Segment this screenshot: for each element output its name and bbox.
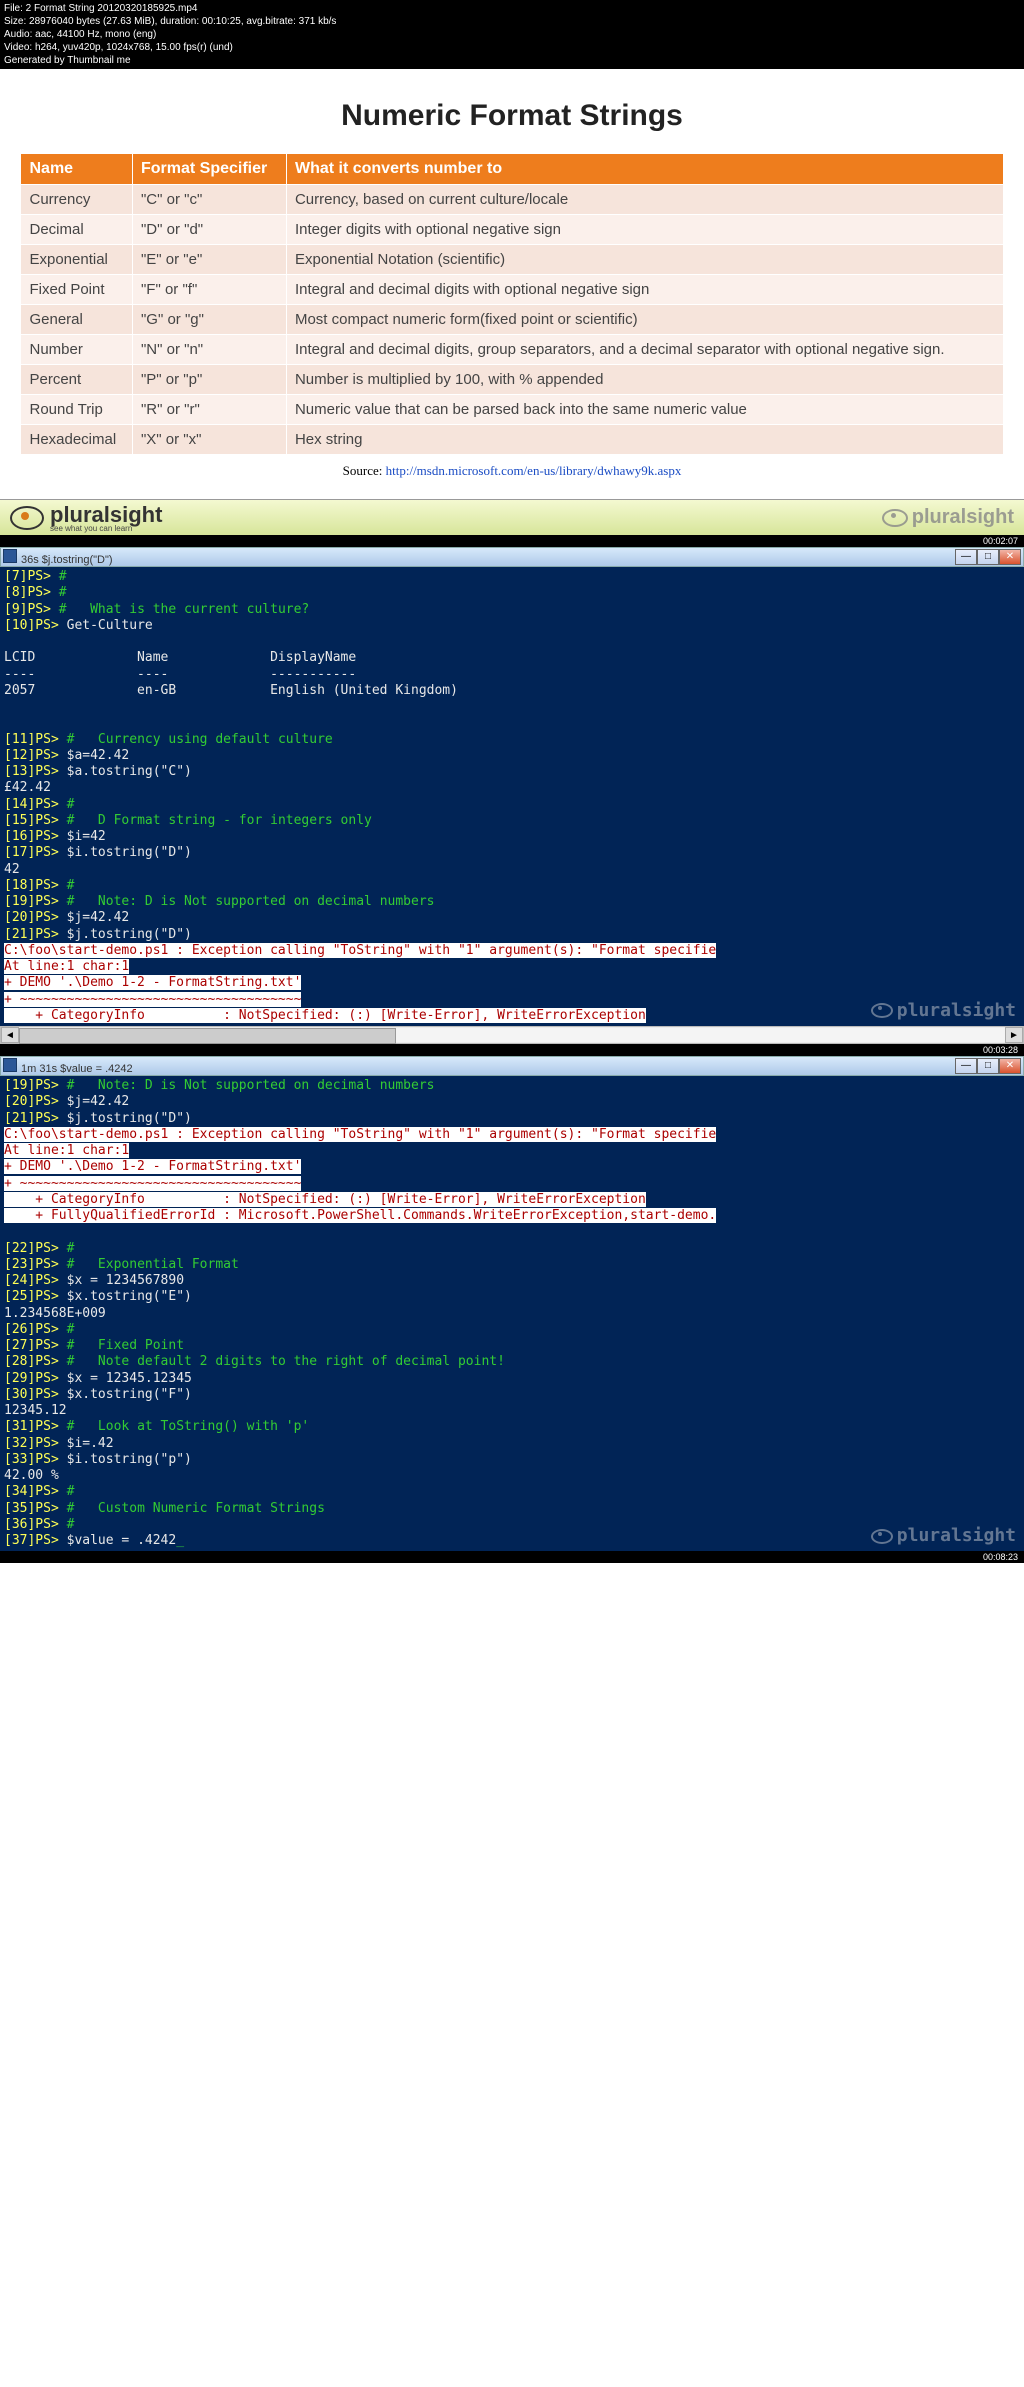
source-label: Source: [343,463,386,478]
window-title: 36s $j.tostring("D") [21,554,113,566]
timecode-bar: 00:08:23 [0,1551,1024,1563]
scroll-right-arrow-icon[interactable]: ► [1005,1027,1023,1043]
table-row: Number"N" or "n"Integral and decimal dig… [21,335,1003,365]
powershell-terminal[interactable]: [19]PS> # Note: D is Not supported on de… [0,1076,1024,1551]
table-row: Decimal"D" or "d"Integer digits with opt… [21,215,1003,245]
col-specifier: Format Specifier [132,154,286,185]
powershell-icon [3,549,17,563]
window-controls: — □ ✕ [955,549,1021,565]
table-row: Hexadecimal"X" or "x"Hex string [21,425,1003,455]
scroll-left-arrow-icon[interactable]: ◄ [1,1027,19,1043]
window-controls: — □ ✕ [955,1058,1021,1074]
table-row: Fixed Point"F" or "f"Integral and decima… [21,275,1003,305]
eye-icon [871,1529,893,1544]
scroll-track[interactable] [19,1028,1005,1042]
pluralsight-watermark: pluralsight [871,1000,1016,1023]
pluralsight-logo: pluralsight see what you can learn [10,502,162,533]
col-description: What it converts number to [286,154,1003,185]
file-video-line: Video: h264, yuv420p, 1024x768, 15.00 fp… [4,41,1020,54]
video-frame-2: pluralsight see what you can learn plura… [0,499,1024,1056]
pluralsight-watermark: pluralsight [871,1525,1016,1548]
table-row: General"G" or "g"Most compact numeric fo… [21,305,1003,335]
source-line: Source: http://msdn.microsoft.com/en-us/… [0,463,1024,479]
eye-icon [871,1003,893,1018]
scroll-thumb[interactable] [19,1028,396,1044]
format-strings-table: Name Format Specifier What it converts n… [20,153,1003,455]
minimize-button[interactable]: — [955,549,977,565]
source-link[interactable]: http://msdn.microsoft.com/en-us/library/… [386,463,682,478]
pluralsight-watermark: pluralsight [882,506,1014,529]
table-header-row: Name Format Specifier What it converts n… [21,154,1003,185]
slide-numeric-format-strings: Numeric Format Strings Name Format Speci… [0,69,1024,499]
horizontal-scrollbar[interactable]: ◄ ► [0,1026,1024,1044]
minimize-button[interactable]: — [955,1058,977,1074]
file-metadata: File: 2 Format String 20120320185925.mp4… [0,0,1024,69]
eye-icon [882,509,908,527]
slide-title: Numeric Format Strings [0,99,1024,133]
file-audio-line: Audio: aac, 44100 Hz, mono (eng) [4,28,1020,41]
close-button[interactable]: ✕ [999,549,1021,565]
maximize-button[interactable]: □ [977,549,999,565]
close-button[interactable]: ✕ [999,1058,1021,1074]
video-frame-3: 1m 31s $value = .4242 — □ ✕ [19]PS> # No… [0,1056,1024,1563]
table-row: Currency"C" or "c"Currency, based on cur… [21,185,1003,215]
window-titlebar[interactable]: 1m 31s $value = .4242 — □ ✕ [0,1056,1024,1076]
file-size-line: Size: 28976040 bytes (27.63 MiB), durati… [4,15,1020,28]
table-row: Exponential"E" or "e"Exponential Notatio… [21,245,1003,275]
timecode-bar: 00:03:28 [0,1044,1024,1056]
window-titlebar[interactable]: 36s $j.tostring("D") — □ ✕ [0,547,1024,567]
window-title: 1m 31s $value = .4242 [21,1063,133,1075]
eye-icon [10,506,44,530]
file-name-line: File: 2 Format String 20120320185925.mp4 [4,2,1020,15]
table-row: Round Trip"R" or "r"Numeric value that c… [21,395,1003,425]
powershell-terminal[interactable]: [7]PS> # [8]PS> # [9]PS> # What is the c… [0,567,1024,1026]
powershell-icon [3,1058,17,1072]
file-generator-line: Generated by Thumbnail me [4,54,1020,67]
timecode-bar: 00:02:07 [0,535,1024,547]
pluralsight-header: pluralsight see what you can learn plura… [0,499,1024,535]
table-row: Percent"P" or "p"Number is multiplied by… [21,365,1003,395]
maximize-button[interactable]: □ [977,1058,999,1074]
col-name: Name [21,154,132,185]
